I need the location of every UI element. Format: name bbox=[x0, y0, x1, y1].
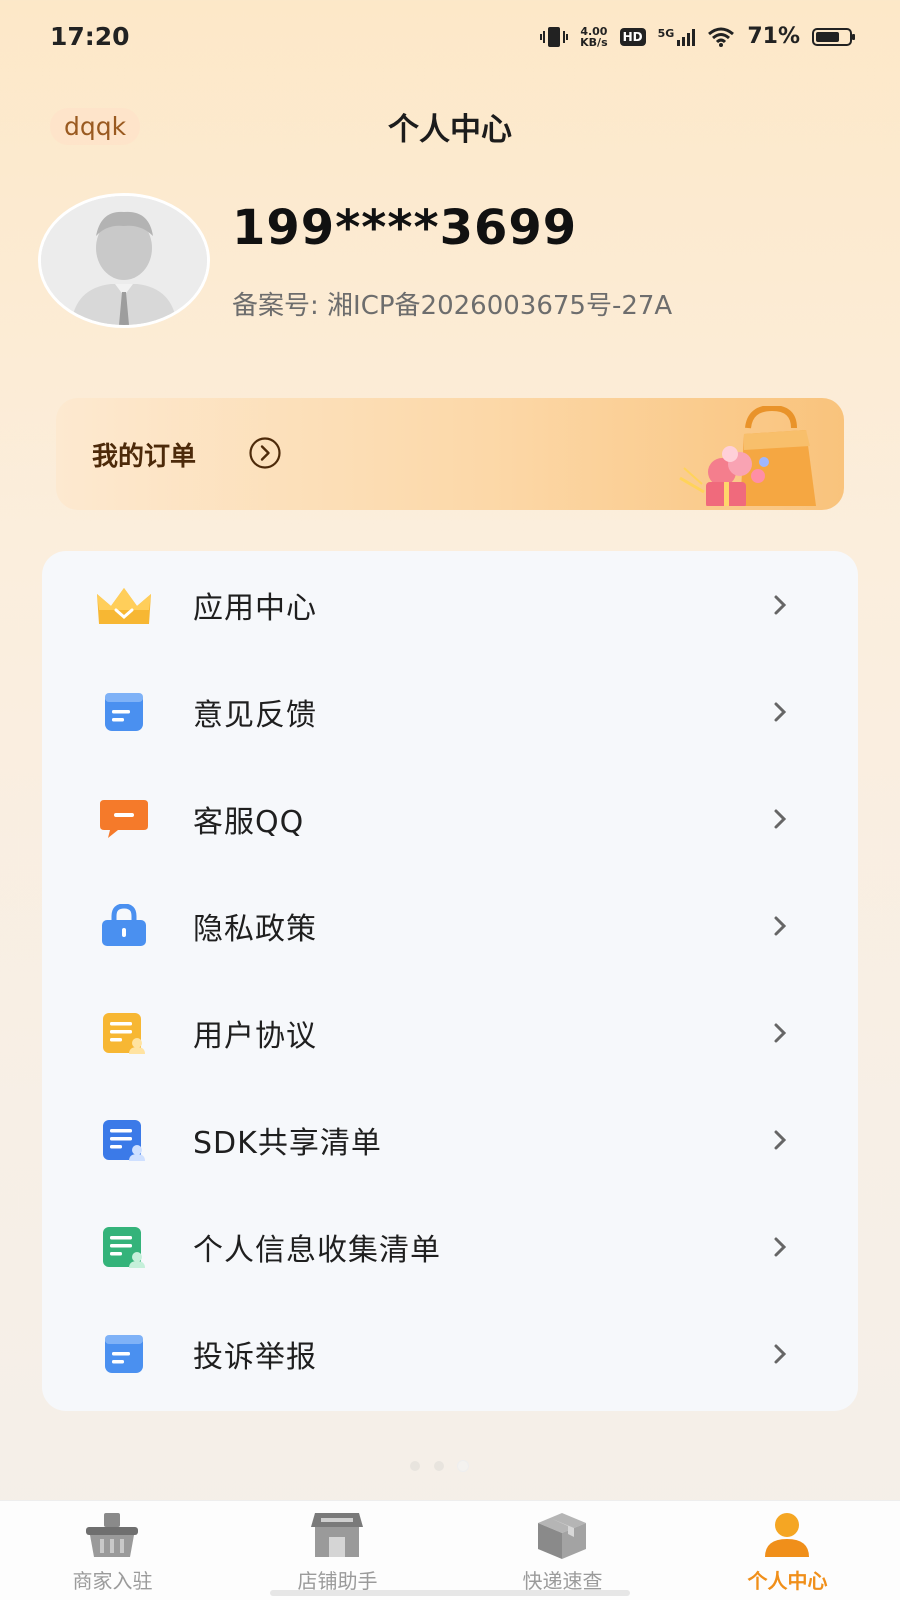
menu-item-feedback[interactable]: 意见反馈 bbox=[42, 658, 858, 765]
status-icons: 4.00 KB/s HD 5G 71% bbox=[540, 24, 855, 49]
tab-label: 商家入驻 bbox=[72, 1569, 153, 1593]
menu-label: 隐私政策 bbox=[193, 911, 317, 947]
crown-icon bbox=[94, 579, 154, 631]
user-phone: 199****3699 bbox=[232, 200, 578, 256]
hd-icon: HD bbox=[619, 27, 646, 46]
menu-label: 应用中心 bbox=[193, 590, 317, 626]
menu-card: 应用中心 意见反馈 客服QQ 隐私政策 用户协议 SDK共享清单 个人信息收集清… bbox=[42, 551, 858, 1411]
page-dot-active bbox=[458, 1461, 468, 1471]
menu-item-user-agreement[interactable]: 用户协议 bbox=[42, 979, 858, 1086]
page-title: 个人中心 bbox=[388, 112, 512, 148]
tab-personal-center[interactable]: 个人中心 bbox=[675, 1501, 900, 1600]
default-avatar-icon[interactable] bbox=[38, 193, 210, 328]
chevron-right-icon bbox=[774, 595, 787, 614]
tab-label: 个人中心 bbox=[747, 1569, 828, 1593]
page-indicator bbox=[410, 1461, 468, 1471]
battery-icon bbox=[812, 27, 855, 46]
network-type: 5G bbox=[657, 26, 675, 40]
chevron-right-icon bbox=[774, 1237, 787, 1256]
battery-percent: 71% bbox=[747, 24, 800, 49]
chat-icon bbox=[94, 793, 154, 845]
menu-item-sdk-list[interactable]: SDK共享清单 bbox=[42, 1086, 858, 1193]
menu-label: 用户协议 bbox=[193, 1018, 317, 1054]
bottom-tab-bar: 商家入驻 店铺助手 快递速查 个人中心 bbox=[0, 1500, 900, 1600]
menu-item-personal-info-list[interactable]: 个人信息收集清单 bbox=[42, 1193, 858, 1300]
my-orders-banner[interactable]: 我的订单 bbox=[56, 398, 844, 510]
tab-merchant-join[interactable]: 商家入驻 bbox=[0, 1501, 225, 1600]
chevron-right-icon bbox=[774, 809, 787, 828]
menu-item-qq-service[interactable]: 客服QQ bbox=[42, 765, 858, 872]
menu-label: 客服QQ bbox=[193, 804, 305, 840]
vibrate-icon bbox=[540, 26, 569, 48]
status-time: 17:20 bbox=[50, 22, 130, 51]
menu-label: 个人信息收集清单 bbox=[193, 1232, 441, 1268]
menu-label: 意见反馈 bbox=[193, 697, 317, 733]
net-speed-unit: KB/s bbox=[580, 35, 608, 49]
chevron-right-icon bbox=[774, 916, 787, 935]
report-icon bbox=[94, 1328, 154, 1380]
chevron-right-icon bbox=[774, 1023, 787, 1042]
basket-icon bbox=[86, 1513, 138, 1557]
menu-item-privacy-policy[interactable]: 隐私政策 bbox=[42, 872, 858, 979]
person-icon bbox=[765, 1513, 809, 1557]
my-orders-label: 我的订单 bbox=[92, 442, 197, 472]
menu-label: SDK共享清单 bbox=[193, 1125, 382, 1161]
menu-item-complaint-report[interactable]: 投诉举报 bbox=[42, 1300, 858, 1407]
battery-fill bbox=[816, 31, 839, 42]
home-indicator[interactable] bbox=[270, 1590, 630, 1596]
page-dot bbox=[434, 1461, 444, 1471]
document-icon bbox=[94, 686, 154, 738]
tab-store-assistant[interactable]: 店铺助手 bbox=[225, 1501, 450, 1600]
circle-arrow-icon bbox=[249, 437, 281, 469]
page-dot bbox=[410, 1461, 420, 1471]
list-user-icon bbox=[94, 1114, 154, 1166]
icp-record: 备案号: 湘ICP备2026003675号-27A bbox=[232, 291, 673, 321]
store-icon bbox=[311, 1513, 363, 1557]
shopping-bag-illustration bbox=[679, 406, 816, 506]
menu-item-app-center[interactable]: 应用中心 bbox=[42, 551, 858, 658]
agreement-icon bbox=[94, 1007, 154, 1059]
net-speed-value: 4.00 bbox=[580, 24, 608, 38]
status-bar: 17:20 4.00 KB/s HD 5G 71% bbox=[0, 0, 900, 76]
tab-express-query[interactable]: 快递速查 bbox=[450, 1501, 675, 1600]
package-icon bbox=[538, 1513, 586, 1559]
lock-icon bbox=[94, 900, 154, 952]
chevron-right-icon bbox=[774, 702, 787, 721]
net-speed: 4.00 KB/s bbox=[580, 26, 607, 48]
chevron-right-icon bbox=[774, 1344, 787, 1363]
info-list-icon bbox=[94, 1221, 154, 1273]
wifi-icon bbox=[707, 26, 735, 48]
chevron-right-icon bbox=[774, 1130, 787, 1149]
signal-icon: 5G bbox=[658, 28, 696, 46]
menu-label: 投诉举报 bbox=[193, 1339, 317, 1375]
